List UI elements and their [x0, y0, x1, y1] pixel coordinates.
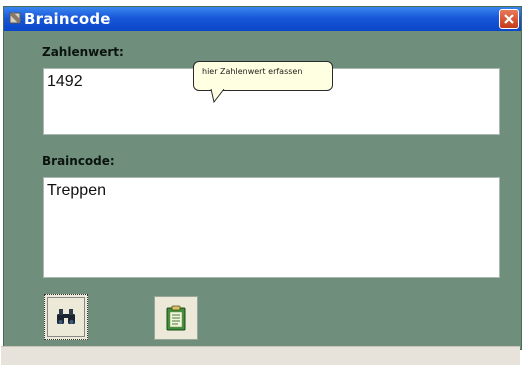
braincode-label: Braincode:: [42, 154, 115, 168]
copy-to-clipboard-button[interactable]: [154, 296, 198, 340]
close-button[interactable]: [499, 9, 519, 29]
tooltip-tail: [210, 89, 225, 103]
zahlenwert-label: Zahlenwert:: [42, 45, 124, 59]
search-button[interactable]: [44, 294, 88, 340]
binoculars-icon: [57, 309, 75, 324]
status-bar: [1, 346, 520, 365]
app-icon: [9, 12, 21, 24]
window-title: Braincode: [24, 10, 111, 28]
braincode-window: Braincode Zahlenwert: 1492 Braincode: Tr…: [3, 6, 522, 350]
zahlenwert-tooltip: hier Zahlenwert erfassen: [193, 61, 333, 91]
title-bar[interactable]: Braincode: [4, 7, 521, 31]
close-icon: [504, 14, 514, 24]
clipboard-icon: [166, 305, 186, 331]
braincode-output[interactable]: Treppen: [43, 177, 500, 278]
